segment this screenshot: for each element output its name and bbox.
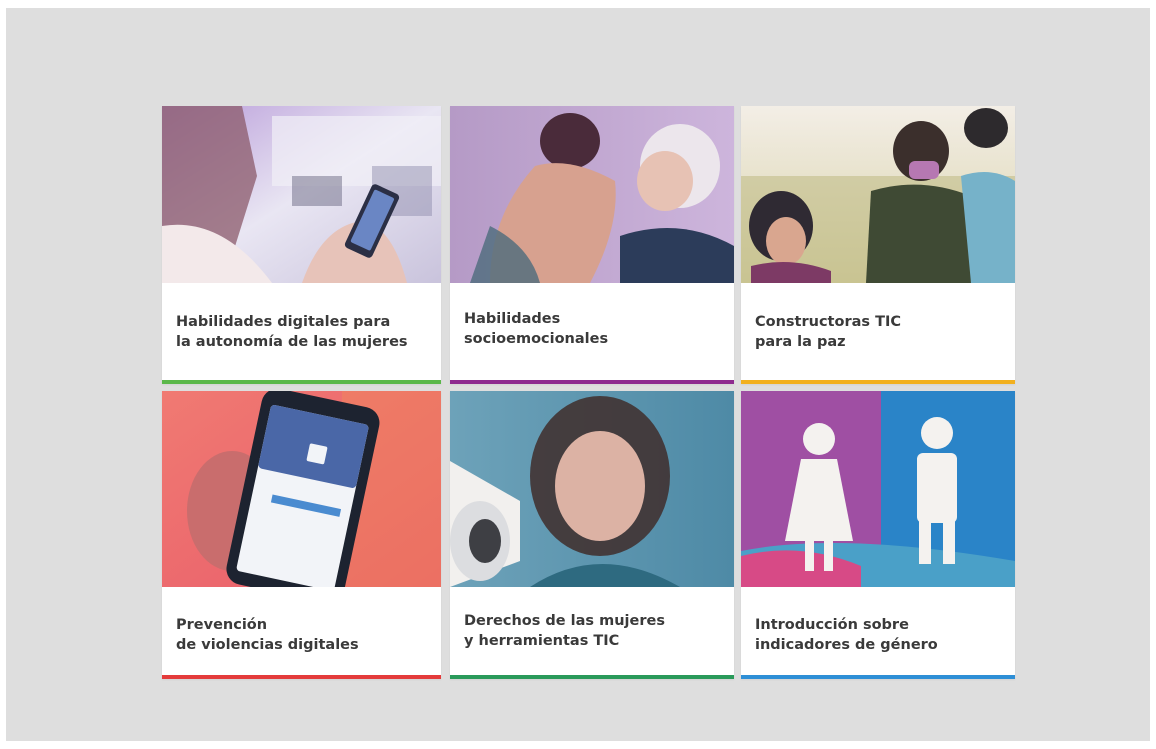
course-card-ict-builders-peace[interactable]: Constructoras TIC para la paz (741, 106, 1015, 384)
card-accent-bar (741, 380, 1015, 384)
page-background: Habilidades digitales para la autonomía … (6, 8, 1150, 741)
card-accent-bar (450, 380, 734, 384)
woman-using-smartphone-image (162, 106, 441, 283)
card-accent-bar (162, 380, 441, 384)
smartphone-social-media-image (162, 391, 441, 587)
card-title: Constructoras TIC para la paz (755, 314, 901, 350)
community-group-image (741, 106, 1015, 283)
card-accent-bar (450, 675, 734, 679)
course-card-digital-skills[interactable]: Habilidades digitales para la autonomía … (162, 106, 441, 384)
card-accent-bar (741, 675, 1015, 679)
woman-megaphone-image (450, 391, 734, 587)
card-title: Habilidades socioemocionales (464, 311, 609, 347)
course-card-grid: Habilidades digitales para la autonomía … (162, 106, 1015, 679)
women-embracing-image (450, 106, 734, 283)
course-card-womens-rights-ict[interactable]: Derechos de las mujeres y herramientas T… (450, 391, 734, 679)
card-title: Introducción sobre indicadores de género (755, 617, 938, 653)
gender-figures-image (741, 391, 1015, 587)
card-title: Derechos de las mujeres y herramientas T… (464, 613, 665, 649)
card-title: Habilidades digitales para la autonomía … (176, 314, 408, 350)
course-card-prevention-digital-violence[interactable]: Prevención de violencias digitales (162, 391, 441, 679)
course-card-socioemotional-skills[interactable]: Habilidades socioemocionales (450, 106, 734, 384)
card-accent-bar (162, 675, 441, 679)
card-title: Prevención de violencias digitales (176, 617, 359, 653)
course-card-gender-indicators[interactable]: Introducción sobre indicadores de género (741, 391, 1015, 679)
